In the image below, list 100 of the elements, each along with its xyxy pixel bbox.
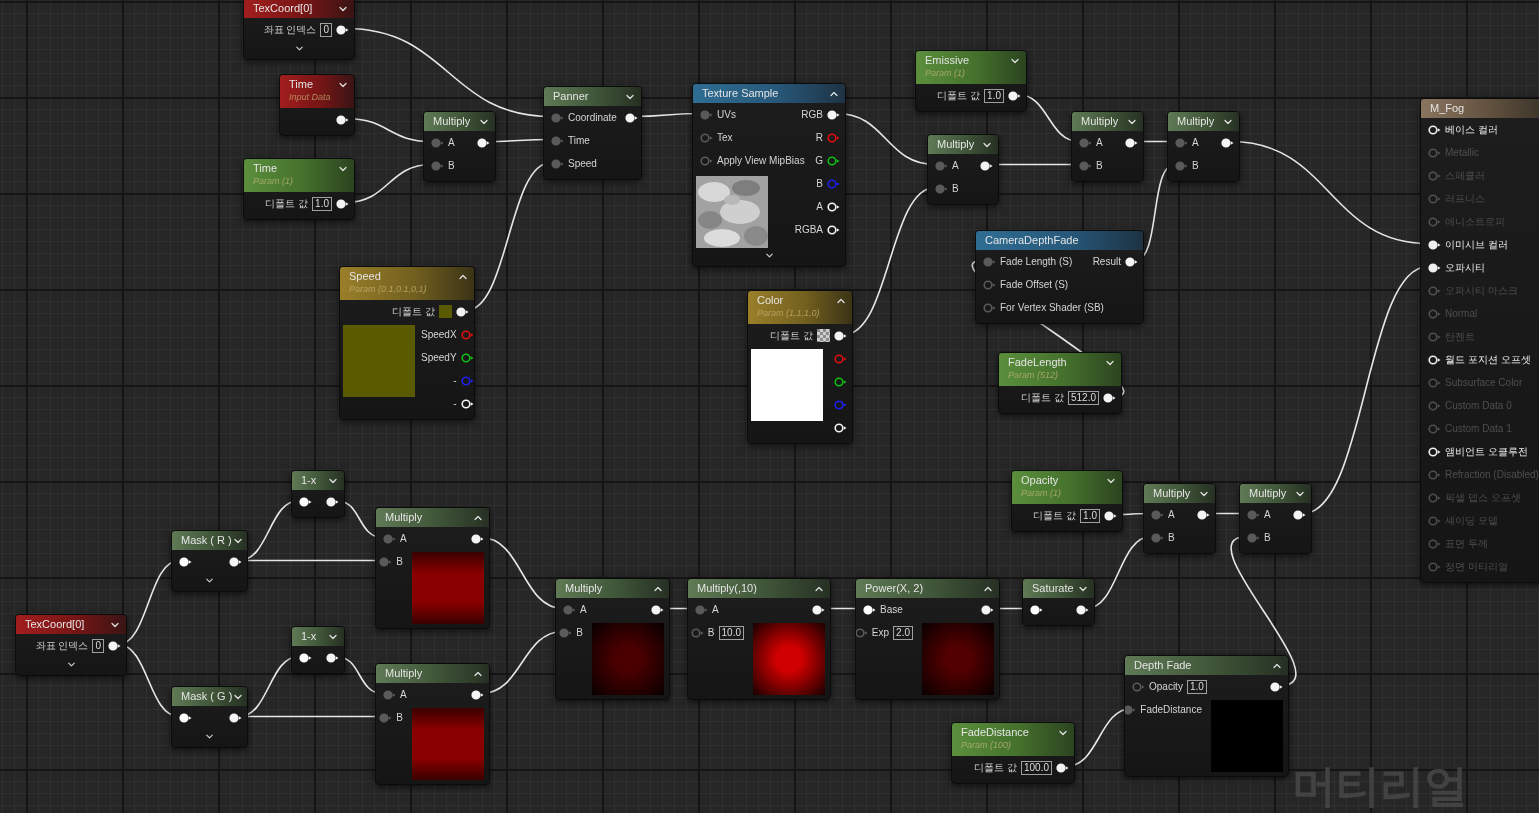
node-title: M_Fog [1430,101,1465,115]
pin-label: Fade Offset (S) [1000,278,1069,291]
node-title: Time [289,77,315,91]
pin-label: For Vertex Shader (SB) [1000,301,1104,314]
node-title: Power(X, 2) [865,581,924,595]
node[interactable]: TexCoord[0] 좌표 인덱스 0 [15,614,127,676]
node-title: Saturate [1032,581,1074,595]
pin-label: 디폴트 값 [1021,391,1064,404]
node-title: Time [253,161,279,175]
node[interactable]: Saturate [1022,578,1095,626]
value-field[interactable]: 2.0 [893,625,913,640]
node[interactable]: Emissive Param (1) 디폴트 값 1.0 [915,50,1027,112]
pin-label: Fade Length (S) [1000,255,1073,268]
node[interactable]: Multiply A B [1071,111,1144,182]
node[interactable]: Time Param (1) 디폴트 값 1.0 [243,158,355,220]
node-subtitle: Param (1) [1021,487,1061,500]
pin-label: 디폴트 값 [265,197,309,210]
value-field[interactable]: 0 [320,22,332,37]
node-subtitle: Param (1) [925,67,966,80]
node-title: Multiply [1177,114,1215,128]
pin-label: SpeedY [421,351,457,364]
node[interactable]: Multiply(,10) A B 10.0 [687,578,831,700]
node-title: Multiply [1153,486,1191,500]
pin-label: 디폴트 값 [770,329,813,342]
node[interactable]: Multiply A B [927,134,999,205]
pin-label: A [1264,508,1271,521]
pin-label: 디폴트 값 [1033,509,1077,522]
node-title: Speed [349,269,382,283]
node[interactable]: Opacity Param (1) 디폴트 값 1.0 [1011,470,1123,532]
pin-label: - [453,374,457,387]
value-field[interactable]: 100.0 [1020,760,1052,775]
node[interactable]: 1-x [291,626,345,674]
node[interactable]: TexCoord[0] 좌표 인덱스 0 [243,0,355,60]
pin-label: Tex [717,131,733,144]
pin-label: 디폴트 값 [937,89,981,102]
node-title: Multiply(,10) [697,581,757,595]
pin-label: B [1096,159,1103,172]
value-field[interactable]: 1.0 [312,196,332,211]
pin-label: B [952,182,959,195]
pin-label: Apply View MipBias [717,154,805,167]
pin-label: 좌표 인덱스 [263,23,317,36]
node[interactable]: Multiply A B [1239,483,1312,554]
value-field[interactable]: 512.0 [1067,390,1099,405]
node-title: TexCoord[0] [253,1,313,15]
pin-label: SpeedX [421,328,457,341]
node-subtitle: Param (1) [253,175,293,188]
node[interactable]: FadeLength Param (512) 디폴트 값 512.0 [998,352,1122,414]
pin-label: A [1168,508,1175,521]
node[interactable]: CameraDepthFade Fade Length (S) Result Fade Offset (S) For Vertex Shader (SB) [975,230,1144,324]
pin-label: 앰비언트 오클루전 [1445,445,1528,458]
node-title: Mask ( R ) [181,533,232,547]
node-title: FadeLength [1008,355,1067,369]
pin-label: UVs [717,108,736,121]
node[interactable]: FadeDistance Param (100) 디폴트 값 100.0 [951,722,1075,784]
node[interactable]: 1-x [291,470,345,518]
pin-label: 좌표 인덱스 [35,639,89,652]
node[interactable]: Power(X, 2) Base Exp 2.0 [855,578,1000,700]
value-field[interactable]: 0 [92,638,104,653]
pin-label: A [580,603,587,616]
pin-label: RGB [801,108,823,121]
node-title: Depth Fade [1134,658,1192,672]
value-field[interactable]: 1.0 [1080,508,1100,523]
node-title: TexCoord[0] [25,617,85,631]
node-title: 1-x [301,473,317,487]
node[interactable]: Multiply A B [1167,111,1240,182]
pin-label: A [1096,136,1103,149]
node-title: Mask ( G ) [181,689,233,703]
pin-label: A [816,200,823,213]
pin-label: Speed [568,157,597,170]
node-title: Multiply [385,510,423,524]
node[interactable]: Panner Coordinate Time Speed [543,86,642,180]
pin-label: 디폴트 값 [392,305,435,318]
pin-label: B [816,177,823,190]
node[interactable]: Texture Sample UVs RGB Tex R Apply View MipBias G B A RGBA [692,83,846,267]
pin-label: B [1192,159,1199,172]
pin-label: G [815,154,823,167]
node[interactable]: Mask ( G ) [171,686,248,748]
node[interactable]: Mask ( R ) [171,530,248,592]
node-title: Color [757,293,785,307]
pin-label: Exp [871,626,890,639]
node[interactable]: Depth Fade Opacity 1.0 FadeDistance [1124,655,1289,777]
pin-label: Result [1092,255,1121,268]
pin-label: B [1264,531,1271,544]
pin-label: A [448,136,455,149]
value-field[interactable]: 1.0 [1186,679,1207,694]
node[interactable]: Multiply A B [375,663,490,785]
value-field[interactable]: 1.0 [984,88,1004,103]
node-title: 1-x [301,629,317,643]
node[interactable]: Multiply A B [423,111,496,182]
node[interactable]: Time Input Data [279,74,355,136]
value-field[interactable]: 10.0 [718,625,744,640]
pin-label: B [448,159,455,172]
pin-label: Coordinate [568,111,617,124]
pin-label: Base [880,603,903,616]
pin-label: Opacity [1149,680,1183,693]
node[interactable]: Multiply A B [375,507,490,629]
pin-label: RGBA [794,223,823,236]
node-title: Multiply [385,666,423,680]
node[interactable]: Multiply A B [1143,483,1216,554]
node[interactable]: Multiply A B [555,578,670,700]
